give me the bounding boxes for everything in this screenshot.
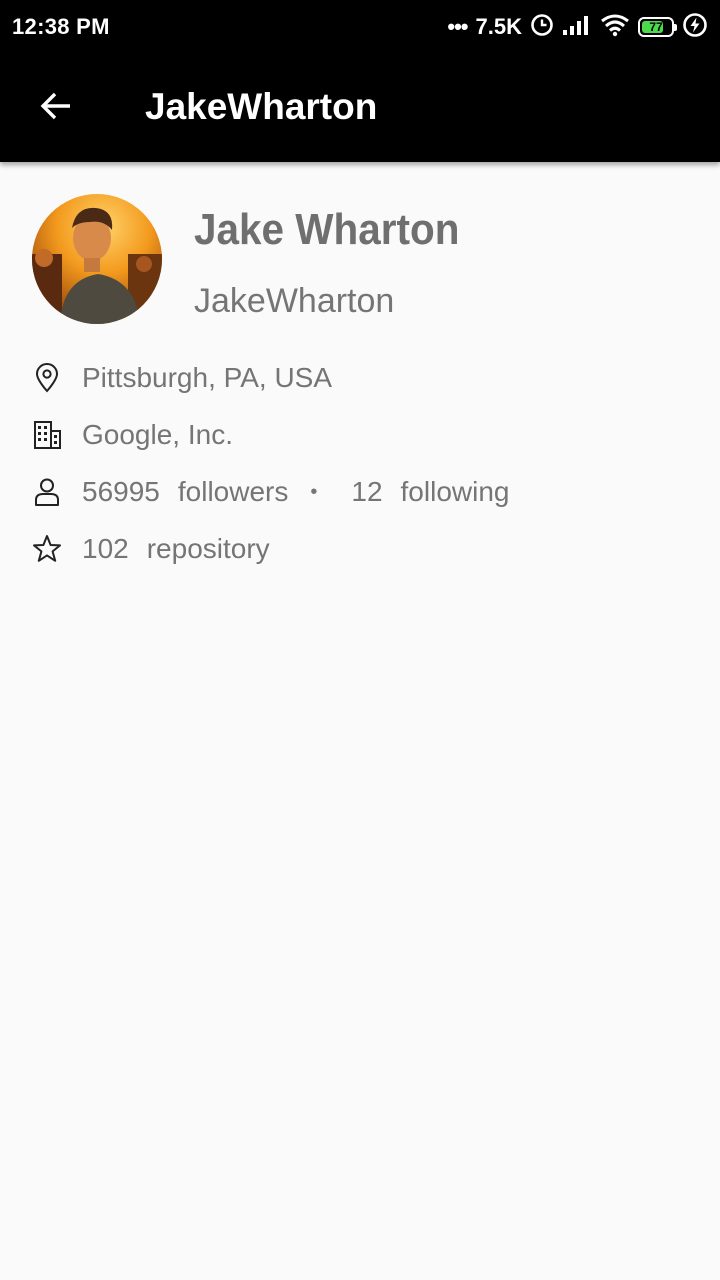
more-notifications-icon: ••• bbox=[447, 14, 468, 39]
location-row: Pittsburgh, PA, USA bbox=[30, 356, 690, 400]
profile-name: Jake Wharton bbox=[194, 205, 460, 254]
profile-login: JakeWharton bbox=[194, 282, 395, 320]
repos-row: 102 repository bbox=[30, 527, 690, 571]
back-button[interactable] bbox=[30, 82, 82, 134]
company-row: Google, Inc. bbox=[30, 413, 690, 457]
status-time: 12:38 PM bbox=[12, 14, 110, 39]
status-bar: 12:38 PM ••• 7.5K 77 bbox=[0, 0, 720, 54]
following-label[interactable]: following bbox=[401, 476, 510, 508]
avatar bbox=[32, 194, 162, 324]
followers-label[interactable]: followers bbox=[178, 476, 288, 508]
charging-icon bbox=[682, 12, 708, 43]
wifi-icon bbox=[600, 13, 630, 42]
network-speed: 7.5K bbox=[475, 14, 522, 39]
person-icon bbox=[30, 475, 64, 509]
signal-icon bbox=[562, 14, 592, 41]
battery-icon: 77 bbox=[638, 17, 677, 37]
followers-count[interactable]: 56995 bbox=[82, 476, 160, 508]
follow-row: 56995 followers • 12 following bbox=[30, 470, 690, 514]
following-count[interactable]: 12 bbox=[351, 476, 382, 508]
app-bar: JakeWharton bbox=[0, 54, 720, 162]
location-text: Pittsburgh, PA, USA bbox=[82, 362, 333, 393]
status-icons: ••• 7.5K 77 bbox=[447, 12, 708, 42]
star-icon bbox=[30, 532, 64, 566]
building-icon bbox=[30, 418, 64, 452]
battery-tip bbox=[674, 24, 677, 31]
repos-label[interactable]: repository bbox=[147, 533, 270, 565]
location-pin-icon bbox=[30, 361, 64, 395]
battery-level-text: 77 bbox=[649, 20, 663, 34]
repos-count[interactable]: 102 bbox=[82, 533, 129, 565]
follow-stats: 56995 followers • 12 following bbox=[82, 476, 509, 508]
separator-dot: • bbox=[310, 480, 318, 503]
arrow-back-icon bbox=[38, 88, 74, 129]
alarm-clock-icon bbox=[530, 13, 554, 42]
app-bar-title: JakeWharton bbox=[145, 86, 378, 127]
repos-stats: 102 repository bbox=[82, 533, 270, 565]
company-text: Google, Inc. bbox=[82, 419, 233, 450]
